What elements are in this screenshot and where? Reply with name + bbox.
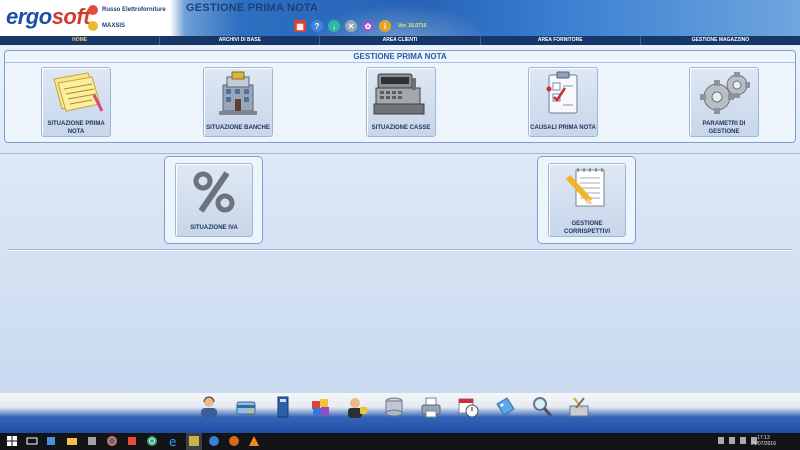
tile-caption: PARAMETRI DI xyxy=(702,121,746,127)
file-explorer-icon[interactable] xyxy=(66,435,78,447)
menu-area-clienti[interactable]: AREA CLIENTI xyxy=(319,36,479,45)
vlc-icon[interactable] xyxy=(248,435,260,447)
app-icon[interactable] xyxy=(208,435,220,447)
tile-gestione-corrispettivi[interactable]: GESTIONE CORRISPETTIVI xyxy=(548,163,626,237)
bank-building-icon xyxy=(219,71,257,115)
home-icon[interactable] xyxy=(88,5,98,15)
percent-icon xyxy=(193,171,235,213)
close-icon[interactable]: ✕ xyxy=(345,20,357,32)
windows-start-icon[interactable] xyxy=(6,435,18,447)
settings-icon[interactable]: ✿ xyxy=(362,20,374,32)
windows-taskbar: e 17:13 21/07/2016 xyxy=(0,433,800,450)
tile-caption: SITUAZIONE IVA xyxy=(190,225,238,231)
tile-situazione-iva[interactable]: SITUAZIONE IVA xyxy=(175,163,253,237)
divider-highlight xyxy=(8,250,792,251)
help-icon[interactable]: ? xyxy=(311,20,323,32)
svg-text:e: e xyxy=(169,435,176,447)
tile-situazione-banche[interactable]: SITUAZIONE BANCHE xyxy=(203,67,273,137)
toolbox-icon[interactable] xyxy=(568,395,590,419)
page-title: GESTIONE PRIMA NOTA xyxy=(186,2,319,14)
tile-parametri-di-gestione[interactable]: PARAMETRI DI GESTIONE xyxy=(689,67,759,137)
tag-icon[interactable] xyxy=(494,395,516,419)
user-icon[interactable] xyxy=(88,21,98,31)
tile-caption: CAUSALI PRIMA NOTA xyxy=(530,125,596,131)
user-row: MAXSIS xyxy=(88,20,125,32)
tile-caption: CORRISPETTIVI xyxy=(563,229,610,235)
app-icon[interactable] xyxy=(228,435,240,447)
task-view-icon[interactable] xyxy=(26,435,38,447)
info-icon[interactable]: i xyxy=(379,20,391,32)
company-name: Russo Elettroforniture xyxy=(102,7,166,13)
version-label: Ver. 16.0710 xyxy=(398,23,427,29)
frame-gestione-corrispettivi: GESTIONE CORRISPETTIVI xyxy=(537,156,636,244)
prima-nota-panel: GESTIONE PRIMA NOTA SITUAZIONE PRIMA NOT… xyxy=(4,50,796,143)
panel-title: GESTIONE PRIMA NOTA xyxy=(5,51,795,63)
firefox-icon[interactable] xyxy=(106,435,118,447)
notepad-pencil-icon xyxy=(565,168,605,207)
tile-situazione-prima-nota[interactable]: SITUAZIONE PRIMA NOTA xyxy=(41,67,111,137)
main-menu: HOME ARCHIVI DI BASE AREA CLIENTI AREA F… xyxy=(0,36,800,45)
app-icon[interactable] xyxy=(126,435,138,447)
menu-home[interactable]: HOME xyxy=(0,36,159,45)
ergosoft-app-icon[interactable] xyxy=(188,435,200,447)
checklist-icon xyxy=(546,71,578,114)
database-icon[interactable] xyxy=(383,395,405,419)
tile-situazione-casse[interactable]: SITUAZIONE CASSE xyxy=(366,67,436,137)
volume-icon[interactable] xyxy=(740,437,746,444)
tile-caption: NOTA xyxy=(67,129,85,135)
apps-icon[interactable] xyxy=(309,395,331,419)
company-row: Russo Elettroforniture xyxy=(88,4,166,16)
dock-icons xyxy=(198,395,590,419)
download-icon[interactable]: ↓ xyxy=(328,20,340,32)
tile-caption: SITUAZIONE PRIMA xyxy=(47,121,105,127)
app-icon[interactable] xyxy=(86,435,98,447)
divider xyxy=(0,153,800,154)
notepad-icon xyxy=(53,72,104,112)
username-label: MAXSIS xyxy=(102,23,126,29)
chevron-up-icon[interactable] xyxy=(718,437,724,444)
tile-caption: GESTIONE xyxy=(571,221,603,227)
header-toolbar: ▦ ? ↓ ✕ ✿ i Ver. 16.0710 xyxy=(294,20,426,32)
chrome-icon[interactable] xyxy=(146,435,158,447)
tile-caption: GESTIONE xyxy=(708,129,740,135)
calculator-icon[interactable]: ▦ xyxy=(294,20,306,32)
menu-gestione-magazzino[interactable]: GESTIONE MAGAZZINO xyxy=(639,36,800,45)
tile-caption: SITUAZIONE CASSE xyxy=(371,125,431,131)
internet-explorer-icon[interactable]: e xyxy=(168,435,180,447)
app-icon[interactable] xyxy=(45,435,57,447)
network-icon[interactable] xyxy=(729,437,735,444)
calendar-clock-icon[interactable] xyxy=(457,395,479,419)
tile-caption: SITUAZIONE BANCHE xyxy=(206,125,270,131)
ergosoft-logo: ergosoft xyxy=(6,4,91,29)
tile-causali-prima-nota[interactable]: CAUSALI PRIMA NOTA xyxy=(528,67,598,137)
frame-situazione-iva: SITUAZIONE IVA xyxy=(164,156,263,244)
gears-icon xyxy=(700,72,750,114)
book-icon[interactable] xyxy=(272,395,294,419)
clock[interactable]: 17:13 21/07/2016 xyxy=(751,435,776,447)
search-magnifier-icon[interactable] xyxy=(531,395,553,419)
user-support-icon[interactable] xyxy=(198,395,220,419)
clock-date: 21/07/2016 xyxy=(750,441,776,447)
bottom-dock xyxy=(0,393,800,433)
printer-icon[interactable] xyxy=(420,395,442,419)
menu-archivi-di-base[interactable]: ARCHIVI DI BASE xyxy=(159,36,319,45)
menu-area-fornitore[interactable]: AREA FORNITORE xyxy=(479,36,640,45)
credit-card-icon[interactable] xyxy=(235,395,257,419)
security-user-icon[interactable] xyxy=(346,395,368,419)
cash-register-icon xyxy=(373,73,425,115)
app-header: ergosoft Russo Elettroforniture MAXSIS G… xyxy=(0,0,800,36)
main-content: GESTIONE PRIMA NOTA SITUAZIONE PRIMA NOT… xyxy=(0,45,800,393)
